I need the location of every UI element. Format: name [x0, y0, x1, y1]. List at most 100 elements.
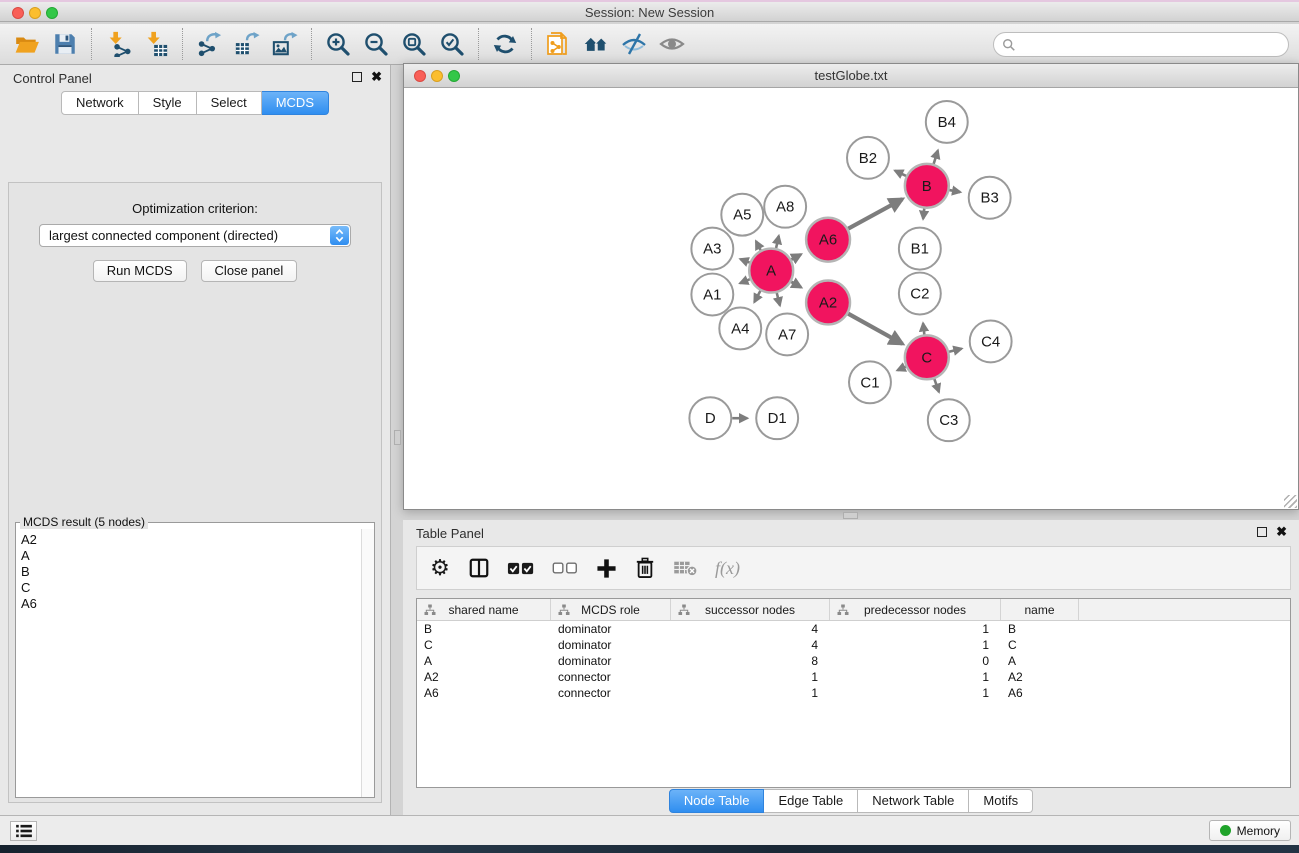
tab-style[interactable]: Style: [139, 91, 197, 115]
network-node-A4[interactable]: A4: [719, 307, 761, 349]
table-cell[interactable]: 1: [830, 669, 1001, 685]
network-window-titlebar[interactable]: testGlobe.txt: [404, 64, 1298, 88]
zoom-fit-icon[interactable]: [399, 29, 429, 59]
table-cell[interactable]: A6: [417, 685, 551, 701]
network-node-A8[interactable]: A8: [764, 186, 806, 228]
show-eye-icon[interactable]: [657, 29, 687, 59]
criterion-select[interactable]: largest connected component (directed): [39, 224, 351, 247]
edge-A-A8[interactable]: [776, 236, 779, 248]
search-input[interactable]: [993, 32, 1289, 57]
network-node-C4[interactable]: C4: [970, 320, 1012, 362]
run-mcds-button[interactable]: Run MCDS: [93, 260, 187, 282]
table-cell[interactable]: connector: [551, 669, 671, 685]
table-cell[interactable]: 8: [671, 653, 830, 669]
edge-C-C2[interactable]: [923, 323, 924, 334]
tab-network-table[interactable]: Network Table: [858, 789, 969, 813]
column-layout-icon[interactable]: [468, 555, 490, 581]
zoom-selected-icon[interactable]: [437, 29, 467, 59]
network-node-A2[interactable]: A2: [806, 281, 850, 325]
network-node-C[interactable]: C: [905, 335, 949, 379]
edge-C-C3[interactable]: [934, 379, 939, 392]
edge-A-A5[interactable]: [756, 241, 761, 250]
hide-glasses-icon[interactable]: [619, 29, 649, 59]
network-node-D1[interactable]: D1: [756, 397, 798, 439]
save-session-icon[interactable]: [50, 29, 80, 59]
table-row[interactable]: Bdominator41B: [417, 621, 1290, 637]
tab-node-table[interactable]: Node Table: [669, 789, 765, 813]
import-network-icon[interactable]: [103, 29, 133, 59]
deselect-all-icon[interactable]: [552, 555, 578, 581]
float-table-panel-icon[interactable]: [1257, 527, 1267, 537]
network-canvas[interactable]: AA1A2A3A4A5A6A7A8BB1B2B3B4CC1C2C3C4DD1: [404, 89, 1298, 509]
delete-table-icon[interactable]: [673, 555, 698, 581]
delete-column-icon[interactable]: [634, 555, 656, 581]
table-row[interactable]: A6connector11A6: [417, 685, 1290, 701]
network-node-C2[interactable]: C2: [899, 273, 941, 315]
memory-button[interactable]: Memory: [1209, 820, 1291, 841]
export-network-icon[interactable]: [194, 29, 224, 59]
column-header-shared-name[interactable]: shared name: [417, 599, 551, 620]
table-row[interactable]: A2connector11A2: [417, 669, 1290, 685]
edge-A-A7[interactable]: [777, 293, 780, 306]
horizontal-splitter-handle[interactable]: [843, 512, 858, 519]
network-node-A6[interactable]: A6: [806, 218, 850, 262]
column-header-predecessor-nodes[interactable]: predecessor nodes: [830, 599, 1001, 620]
resize-grip-icon[interactable]: [1284, 495, 1297, 508]
edge-A6-B[interactable]: [848, 199, 902, 229]
edge-B-B3[interactable]: [949, 190, 960, 192]
add-column-icon[interactable]: [595, 555, 617, 581]
edge-A-A6[interactable]: [791, 254, 801, 259]
network-node-B2[interactable]: B2: [847, 137, 889, 179]
edge-A-A4[interactable]: [754, 291, 760, 302]
float-panel-icon[interactable]: [352, 72, 362, 82]
table-cell[interactable]: dominator: [551, 637, 671, 653]
column-header-name[interactable]: name: [1001, 599, 1079, 620]
table-cell[interactable]: 1: [830, 685, 1001, 701]
network-node-D[interactable]: D: [689, 397, 731, 439]
result-item[interactable]: C: [21, 580, 361, 596]
home-icon[interactable]: [581, 29, 611, 59]
network-node-B1[interactable]: B1: [899, 228, 941, 270]
table-cell[interactable]: A2: [417, 669, 551, 685]
export-table-icon[interactable]: [232, 29, 262, 59]
edge-A2-C[interactable]: [848, 314, 902, 344]
network-node-A3[interactable]: A3: [691, 228, 733, 270]
edge-B-B4[interactable]: [934, 150, 938, 163]
table-cell[interactable]: 1: [671, 669, 830, 685]
close-panel-icon[interactable]: ✖: [371, 72, 382, 82]
table-cell[interactable]: dominator: [551, 621, 671, 637]
result-item[interactable]: A2: [21, 532, 361, 548]
table-cell[interactable]: 4: [671, 637, 830, 653]
network-node-B3[interactable]: B3: [969, 177, 1011, 219]
result-item[interactable]: A: [21, 548, 361, 564]
table-cell[interactable]: A2: [1001, 669, 1079, 685]
network-node-A1[interactable]: A1: [691, 274, 733, 316]
table-row[interactable]: Cdominator41C: [417, 637, 1290, 653]
table-cell[interactable]: 1: [830, 637, 1001, 653]
result-item[interactable]: B: [21, 564, 361, 580]
network-node-B[interactable]: B: [905, 164, 949, 208]
table-cell[interactable]: 1: [671, 685, 830, 701]
edge-B-B2[interactable]: [895, 171, 906, 176]
tab-network[interactable]: Network: [61, 91, 139, 115]
edge-A-A1[interactable]: [740, 279, 750, 283]
function-builder-icon[interactable]: f(x): [715, 555, 740, 581]
close-table-panel-icon[interactable]: ✖: [1276, 527, 1287, 537]
network-graph[interactable]: AA1A2A3A4A5A6A7A8BB1B2B3B4CC1C2C3C4DD1: [404, 89, 1298, 509]
network-node-B4[interactable]: B4: [926, 101, 968, 143]
table-cell[interactable]: A6: [1001, 685, 1079, 701]
vertical-splitter-handle[interactable]: [394, 430, 401, 445]
table-cell[interactable]: 0: [830, 653, 1001, 669]
open-file-icon[interactable]: [12, 29, 42, 59]
select-all-icon[interactable]: [507, 555, 535, 581]
table-cell[interactable]: A: [417, 653, 551, 669]
table-row[interactable]: Adominator80A: [417, 653, 1290, 669]
zoom-out-icon[interactable]: [361, 29, 391, 59]
table-cell[interactable]: C: [1001, 637, 1079, 653]
tab-motifs[interactable]: Motifs: [969, 789, 1033, 813]
tab-mcds[interactable]: MCDS: [262, 91, 329, 115]
edge-A-A3[interactable]: [740, 259, 749, 262]
close-panel-button[interactable]: Close panel: [201, 260, 298, 282]
table-cell[interactable]: 4: [671, 621, 830, 637]
table-settings-icon[interactable]: ⚙: [429, 555, 451, 581]
